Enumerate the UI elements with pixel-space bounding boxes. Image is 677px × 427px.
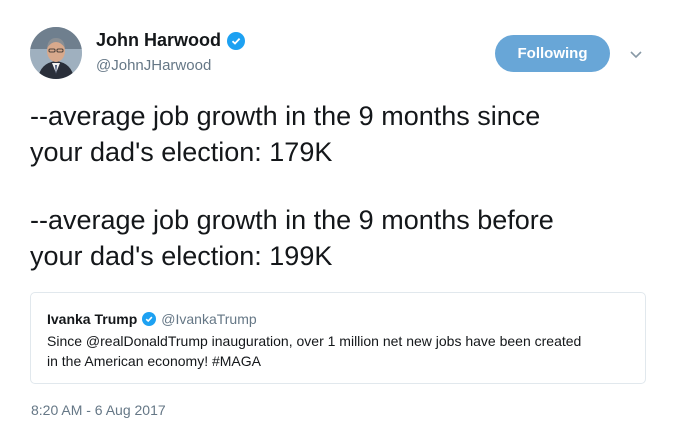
- author-block: John Harwood @JohnJHarwood: [96, 30, 245, 74]
- author-name-row: John Harwood: [96, 30, 245, 51]
- following-button[interactable]: Following: [495, 35, 610, 72]
- verified-badge-icon: [227, 31, 245, 50]
- quoted-author-name: Ivanka Trump: [47, 311, 138, 327]
- quoted-author-handle: @IvankaTrump: [161, 311, 257, 327]
- author-name[interactable]: John Harwood: [96, 30, 221, 51]
- tweet-text: --average job growth in the 9 months sin…: [30, 98, 650, 274]
- quoted-tweet-line: in the American economy! #MAGA: [47, 353, 261, 369]
- chevron-down-icon[interactable]: [628, 46, 644, 62]
- avatar[interactable]: [30, 27, 82, 79]
- verified-badge-icon: [142, 312, 157, 326]
- tweet-line: --average job growth in the 9 months sin…: [30, 101, 541, 131]
- quoted-tweet-header: Ivanka Trump @IvankaTrump: [47, 311, 629, 327]
- tweet-timestamp[interactable]: 8:20 AM - 6 Aug 2017: [31, 402, 166, 418]
- author-handle[interactable]: @JohnJHarwood: [96, 57, 245, 74]
- avatar-photo: [30, 27, 82, 79]
- tweet-line: --average job growth in the 9 months bef…: [30, 205, 554, 235]
- quoted-tweet-text: Since @realDonaldTrump inauguration, ove…: [47, 331, 629, 371]
- quoted-tweet-line: Since @realDonaldTrump inauguration, ove…: [47, 333, 582, 349]
- tweet-line: your dad's election: 199K: [30, 241, 333, 271]
- tweet-line: your dad's election: 179K: [30, 137, 333, 167]
- quoted-tweet[interactable]: Ivanka Trump @IvankaTrump Since @realDon…: [30, 292, 646, 384]
